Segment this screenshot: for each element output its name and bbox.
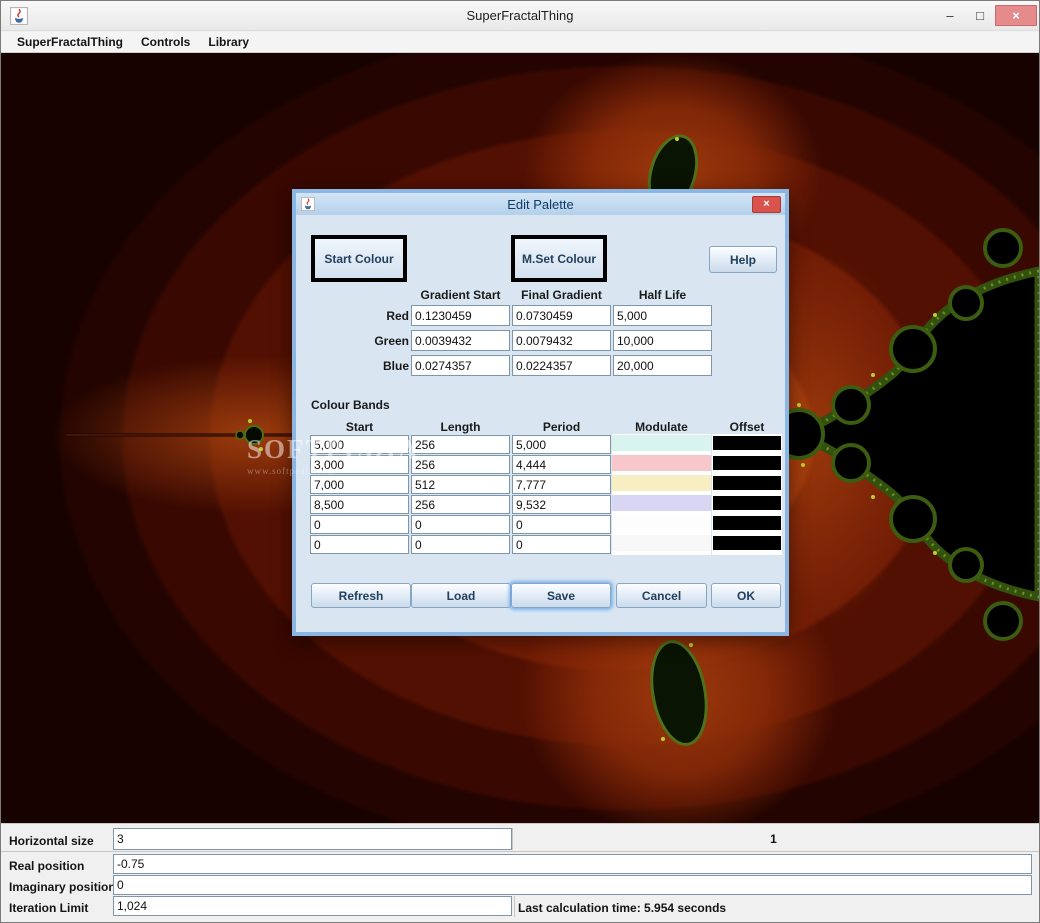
blue-gradient-start-input[interactable] [411, 355, 510, 376]
menu-controls[interactable]: Controls [132, 33, 199, 51]
band4-start-input[interactable] [310, 495, 409, 514]
load-button[interactable]: Load [411, 583, 511, 608]
save-button[interactable]: Save [511, 583, 611, 608]
band1-length-input[interactable] [411, 435, 510, 454]
band1-start-input[interactable] [310, 435, 409, 454]
window-controls: – □ × [935, 1, 1039, 30]
scale-indicator: 1 [512, 828, 1034, 850]
menu-library[interactable]: Library [199, 33, 258, 51]
application-window: SuperFractalThing – □ × SuperFractalThin… [0, 0, 1040, 923]
colour-bands-label: Colour Bands [311, 398, 390, 412]
band3-modulate-swatch[interactable] [612, 475, 711, 491]
iteration-limit-input[interactable] [113, 896, 512, 916]
band6-period-input[interactable] [512, 535, 611, 554]
blue-final-gradient-input[interactable] [512, 355, 611, 376]
help-button[interactable]: Help [709, 246, 777, 273]
java-app-icon [10, 6, 28, 25]
band6-offset-bar[interactable] [713, 536, 781, 550]
header-modulate: Modulate [635, 420, 688, 434]
dialog-close-button[interactable]: × [752, 195, 781, 213]
window-title: SuperFractalThing [466, 8, 574, 23]
band5-start-input[interactable] [310, 515, 409, 534]
title-bar: SuperFractalThing – □ × [1, 1, 1039, 31]
real-position-label: Real position [9, 859, 85, 873]
edit-palette-dialog: Edit Palette × Start Colour M.Set Colour… [292, 189, 789, 636]
band2-start-input[interactable] [310, 455, 409, 474]
band2-offset-bar[interactable] [713, 456, 781, 470]
band4-length-input[interactable] [411, 495, 510, 514]
red-gradient-start-input[interactable] [411, 305, 510, 326]
band2-period-input[interactable] [512, 455, 611, 474]
band5-period-input[interactable] [512, 515, 611, 534]
band2-modulate-swatch[interactable] [612, 455, 711, 471]
band5-modulate-swatch[interactable] [612, 515, 711, 531]
green-final-gradient-input[interactable] [512, 330, 611, 351]
band6-start-input[interactable] [310, 535, 409, 554]
horizontal-size-input[interactable] [113, 828, 512, 850]
band1-modulate-swatch[interactable] [612, 435, 711, 451]
green-half-life-input[interactable] [613, 330, 712, 351]
green-row-label: Green [374, 334, 409, 348]
band4-modulate-swatch[interactable] [612, 495, 711, 511]
band3-length-input[interactable] [411, 475, 510, 494]
horizontal-size-label: Horizontal size [9, 834, 94, 848]
row-separator [1, 851, 1039, 852]
band6-modulate-swatch[interactable] [612, 535, 711, 551]
red-half-life-input[interactable] [613, 305, 712, 326]
band6-length-input[interactable] [411, 535, 510, 554]
mset-colour-button[interactable]: M.Set Colour [511, 235, 607, 282]
band1-period-input[interactable] [512, 435, 611, 454]
cancel-button[interactable]: Cancel [616, 583, 707, 608]
red-row-label: Red [386, 309, 409, 323]
header-offset: Offset [729, 420, 765, 434]
band5-length-input[interactable] [411, 515, 510, 534]
header-final-gradient: Final Gradient [521, 288, 602, 302]
band3-start-input[interactable] [310, 475, 409, 494]
header-start: Start [345, 420, 374, 434]
imaginary-position-input[interactable] [113, 875, 1032, 895]
green-gradient-start-input[interactable] [411, 330, 510, 351]
iteration-limit-label: Iteration Limit [9, 901, 89, 915]
maximize-button[interactable]: □ [965, 5, 995, 26]
fractal-canvas[interactable]: SOFTPEDIA www.softpedia.com Edit Palette… [1, 53, 1039, 823]
band4-offset-bar[interactable] [713, 496, 781, 510]
scale-value: 1 [770, 832, 777, 846]
dialog-body: Start Colour M.Set Colour Help Gradient … [296, 215, 785, 632]
band3-period-input[interactable] [512, 475, 611, 494]
dialog-title: Edit Palette [507, 196, 574, 212]
blue-half-life-input[interactable] [613, 355, 712, 376]
ok-button[interactable]: OK [711, 583, 781, 608]
minimize-button[interactable]: – [935, 5, 965, 26]
last-calculation-text: Last calculation time: 5.954 seconds [518, 901, 727, 915]
control-panel: Horizontal size 1 Real position Imaginar… [1, 823, 1039, 922]
band2-length-input[interactable] [411, 455, 510, 474]
refresh-button[interactable]: Refresh [311, 583, 411, 608]
band4-period-input[interactable] [512, 495, 611, 514]
column-separator [514, 896, 515, 917]
menu-bar: SuperFractalThing Controls Library [1, 32, 1039, 53]
blue-row-label: Blue [382, 359, 409, 373]
real-position-input[interactable] [113, 854, 1032, 874]
imaginary-position-label: Imaginary position [9, 880, 116, 894]
start-colour-button[interactable]: Start Colour [311, 235, 407, 282]
header-period: Period [542, 420, 581, 434]
header-gradient-start: Gradient Start [420, 288, 501, 302]
dialog-title-bar: Edit Palette × [296, 193, 785, 215]
red-final-gradient-input[interactable] [512, 305, 611, 326]
band5-offset-bar[interactable] [713, 516, 781, 530]
header-half-life: Half Life [638, 288, 687, 302]
menu-superfractalthing[interactable]: SuperFractalThing [8, 33, 132, 51]
band3-offset-bar[interactable] [713, 476, 781, 490]
band1-offset-bar[interactable] [713, 436, 781, 450]
java-dialog-icon [301, 197, 315, 211]
header-length: Length [440, 420, 481, 434]
close-button[interactable]: × [995, 5, 1037, 26]
